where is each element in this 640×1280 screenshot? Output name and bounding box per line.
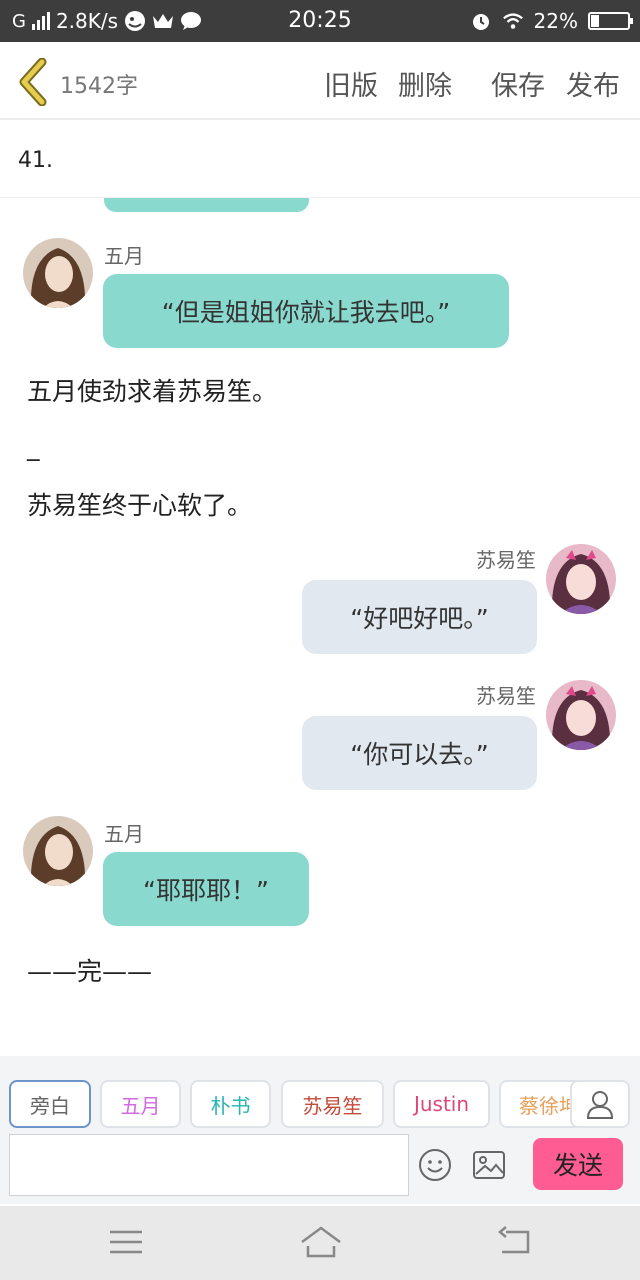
role-chip-narrator[interactable]: 旁白 bbox=[9, 1080, 91, 1128]
narration-text[interactable]: 五月使劲求着苏易笙。 bbox=[27, 372, 277, 408]
app-icon bbox=[124, 10, 146, 32]
back-icon bbox=[498, 1226, 530, 1254]
network-type: G bbox=[12, 10, 26, 32]
narration-divider[interactable]: _ bbox=[27, 432, 40, 461]
avatar-wuyue[interactable] bbox=[23, 816, 93, 886]
menu-button[interactable] bbox=[106, 1224, 146, 1260]
editor-header: 1542字 旧版 删除 保存 发布 bbox=[0, 42, 640, 120]
emoji-button[interactable] bbox=[418, 1148, 452, 1182]
speaker-name: 苏易笙 bbox=[476, 684, 536, 708]
image-icon bbox=[473, 1151, 505, 1179]
back-button[interactable] bbox=[14, 57, 54, 107]
smiley-icon bbox=[419, 1149, 451, 1181]
speaker-name: 五月 bbox=[104, 244, 144, 268]
status-left: G 2.8K/s bbox=[12, 0, 202, 42]
back-nav-button[interactable] bbox=[496, 1224, 536, 1260]
battery-text: 22% bbox=[533, 9, 578, 33]
narration-text[interactable]: ——完—— bbox=[27, 952, 152, 988]
message-input[interactable] bbox=[9, 1134, 409, 1196]
role-chip-wuyue[interactable]: 五月 bbox=[100, 1080, 181, 1128]
role-chip-suyisheng[interactable]: 苏易笙 bbox=[281, 1080, 384, 1128]
battery-icon bbox=[588, 12, 633, 30]
role-chip-justin[interactable]: Justin bbox=[393, 1080, 490, 1128]
status-right: 22% bbox=[470, 0, 633, 42]
chapter-title: 41. bbox=[18, 148, 53, 173]
user-icon bbox=[586, 1091, 614, 1119]
chevron-left-icon bbox=[19, 57, 47, 107]
menu-icon bbox=[110, 1230, 142, 1254]
alarm-icon bbox=[470, 10, 492, 32]
avatar-suyisheng[interactable] bbox=[546, 544, 616, 614]
wifi-icon bbox=[502, 10, 524, 32]
crown-icon bbox=[152, 10, 174, 32]
input-panel: 旁白 五月 朴书 苏易笙 Justin 蔡徐坤 发送 bbox=[0, 1056, 640, 1204]
home-icon bbox=[301, 1226, 341, 1258]
chapter-title-row[interactable]: 41. bbox=[0, 120, 640, 198]
speaker-name: 五月 bbox=[104, 822, 144, 846]
role-chip-pushu[interactable]: 朴书 bbox=[190, 1080, 271, 1128]
system-nav-bar bbox=[0, 1206, 640, 1280]
message-bubble[interactable]: “好吧好吧。” bbox=[302, 580, 537, 654]
add-role-button[interactable] bbox=[570, 1080, 630, 1128]
delete-button[interactable]: 删除 bbox=[398, 64, 452, 103]
narration-text[interactable]: 苏易笙终于心软了。 bbox=[27, 486, 252, 522]
avatar-suyisheng[interactable] bbox=[546, 680, 616, 750]
send-button[interactable]: 发送 bbox=[533, 1138, 623, 1190]
avatar-wuyue[interactable] bbox=[23, 238, 93, 308]
role-selector: 旁白 五月 朴书 苏易笙 Justin 蔡徐坤 bbox=[0, 1078, 640, 1130]
chat-icon bbox=[180, 10, 202, 32]
speaker-name: 苏易笙 bbox=[476, 548, 536, 572]
home-button[interactable] bbox=[300, 1224, 341, 1260]
signal-icon bbox=[31, 12, 50, 30]
message-bubble-partial[interactable] bbox=[104, 198, 309, 212]
word-count: 1542字 bbox=[60, 74, 138, 99]
status-bar: G 2.8K/s 20:25 22% bbox=[0, 0, 640, 42]
message-bubble[interactable]: “耶耶耶！” bbox=[103, 852, 309, 926]
image-button[interactable] bbox=[472, 1150, 506, 1180]
message-bubble[interactable]: “但是姐姐你就让我去吧。” bbox=[103, 274, 509, 348]
save-button[interactable]: 保存 bbox=[491, 64, 545, 103]
message-bubble[interactable]: “你可以去。” bbox=[302, 716, 537, 790]
publish-button[interactable]: 发布 bbox=[566, 64, 620, 103]
network-speed: 2.8K/s bbox=[55, 9, 119, 33]
chat-area[interactable]: 五月 “但是姐姐你就让我去吧。” 五月使劲求着苏易笙。 _ 苏易笙终于心软了。 … bbox=[0, 198, 640, 1056]
old-version-button[interactable]: 旧版 bbox=[324, 64, 378, 103]
